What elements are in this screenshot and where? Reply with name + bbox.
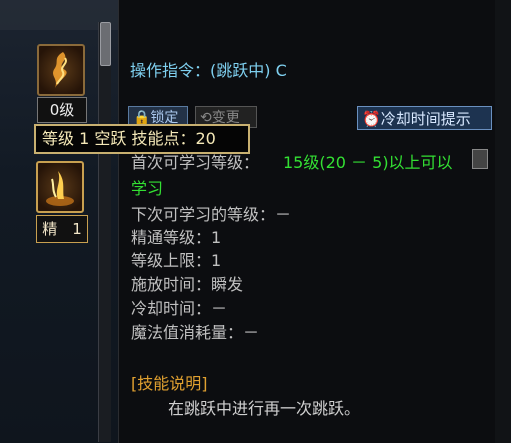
scrollbar-thumb[interactable] (100, 22, 111, 66)
skill-slot-2-level: 精 1 (36, 215, 88, 243)
stat-row: 施放时间：瞬发 (131, 275, 244, 294)
clock-icon: ⏰ (362, 110, 381, 128)
skill-slot-2[interactable] (36, 161, 84, 213)
right-edge (493, 0, 511, 443)
skill-tooltip: 等级 1 空跃 技能点：20 (34, 124, 250, 154)
stat-row: 精通等级：1 (131, 228, 222, 247)
skill-description-title: [技能说明] (131, 374, 208, 393)
stat-row: 冷却时间：－ (131, 299, 228, 318)
skill-flame-icon (39, 46, 83, 94)
command-text: 操作指令：(跳跃中) C (130, 61, 287, 80)
side-scroll-icon[interactable] (472, 149, 488, 169)
first-learn-level-value-cont: 学习 (131, 179, 164, 198)
skill-description-text: 在跳跃中进行再一次跳跃。 (168, 399, 361, 418)
cooldown-alert-button[interactable]: ⏰冷却时间提示 (357, 106, 492, 130)
skill-jump-icon (38, 163, 82, 211)
stat-row: 下次可学习的等级：－ (131, 205, 292, 224)
skill-list-scrollbar[interactable] (98, 22, 111, 442)
skill-slot-1-level: 0级 (37, 97, 87, 123)
cooldown-button-label: 冷却时间提示 (380, 110, 471, 128)
skill-slot-1[interactable] (37, 44, 85, 96)
stat-row: 魔法值消耗量：－ (131, 323, 260, 342)
stat-row: 等级上限：1 (131, 251, 222, 270)
first-learn-level-value: 15级(20 － 5)以上可以 (283, 153, 453, 172)
